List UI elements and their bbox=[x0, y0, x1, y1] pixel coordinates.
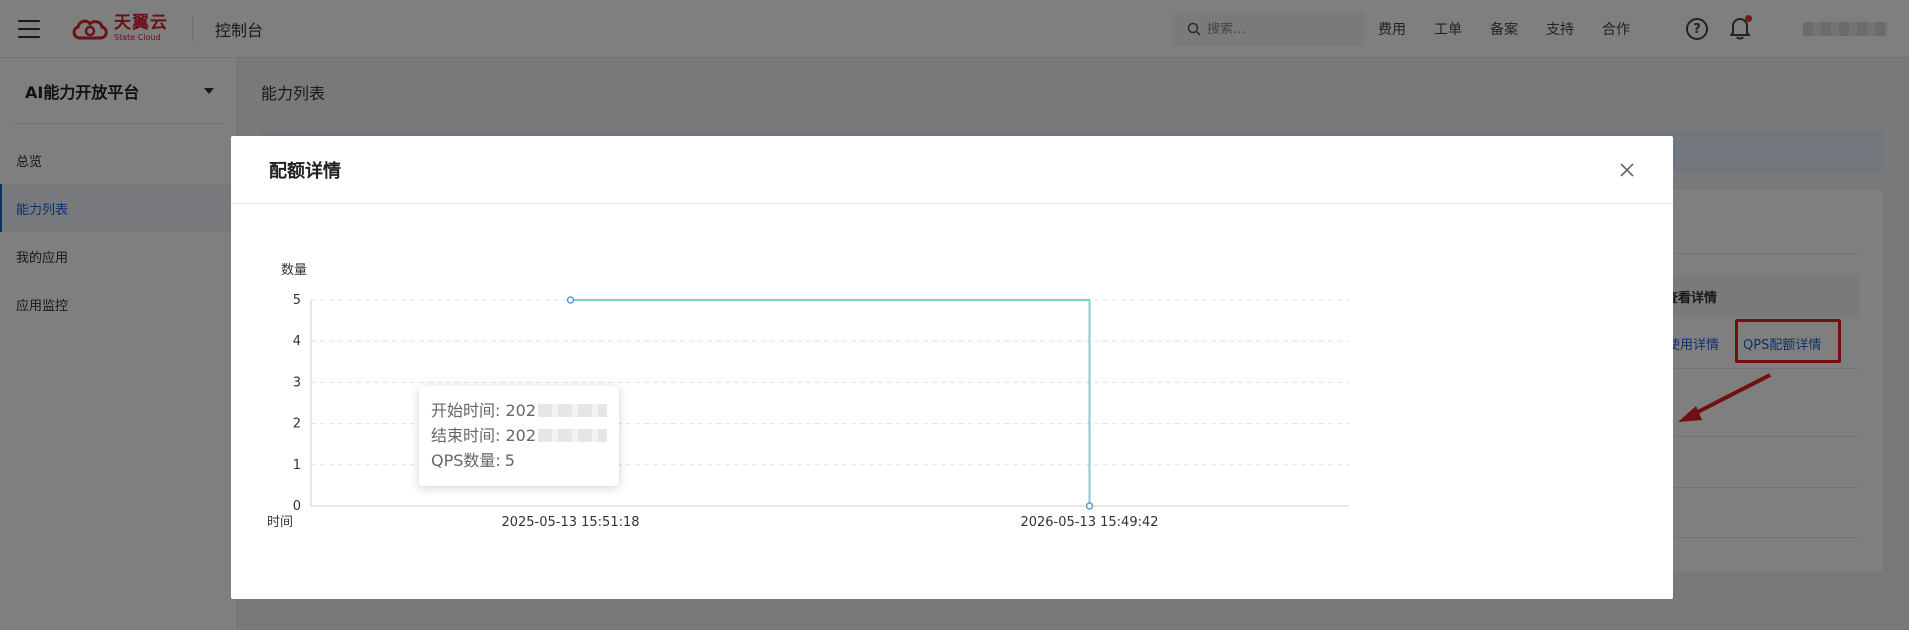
y-tick-label: 3 bbox=[293, 375, 301, 390]
data-point bbox=[1085, 502, 1094, 510]
x-axis-label: 时间 bbox=[267, 515, 293, 530]
modal-header: 配额详情 bbox=[231, 136, 1673, 204]
tooltip-qps-value: 5 bbox=[504, 451, 515, 470]
y-tick-label: 2 bbox=[293, 417, 301, 432]
y-tick-label: 5 bbox=[293, 293, 301, 308]
x-tick-label: 2025-05-13 15:51:18 bbox=[501, 515, 639, 530]
tooltip-qps-label: QPS数量: bbox=[431, 451, 501, 470]
quota-details-modal: 配额详情 0 1 2 3 4 5 数量时间 2025-05-13 15:51:18 2026-0… bbox=[231, 136, 1673, 599]
y-axis-label: 数量 bbox=[281, 263, 307, 278]
chart-tooltip: 开始时间: 202 结束时间: 202 QPS数量: 5 bbox=[419, 386, 619, 486]
y-tick-label: 1 bbox=[293, 458, 301, 473]
tooltip-end-time-label: 结束时间: 202 bbox=[431, 426, 537, 445]
series-line bbox=[570, 299, 1091, 506]
x-tick-label: 2026-05-13 15:49:42 bbox=[1020, 515, 1158, 530]
tooltip-start-time-label: 开始时间: 202 bbox=[431, 401, 537, 420]
tooltip-end-time-blurred bbox=[538, 429, 607, 442]
modal-title: 配额详情 bbox=[269, 160, 341, 182]
y-tick-label: 0 bbox=[293, 499, 301, 514]
close-icon[interactable] bbox=[1619, 162, 1635, 178]
tooltip-start-time-blurred bbox=[538, 404, 607, 417]
data-point bbox=[566, 296, 575, 304]
y-tick-label: 4 bbox=[293, 334, 301, 349]
